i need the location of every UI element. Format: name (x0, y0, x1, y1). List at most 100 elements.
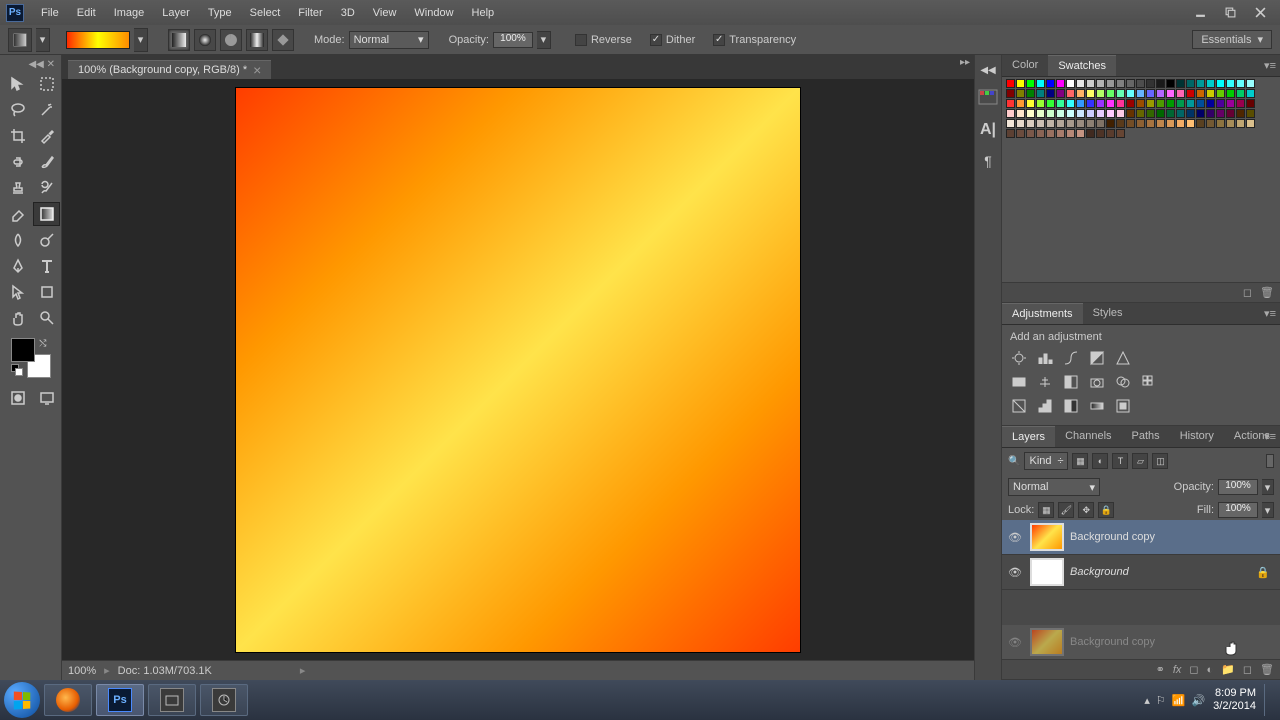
crop-tool[interactable] (4, 124, 31, 148)
tab-history[interactable]: History (1170, 426, 1224, 447)
minimize-button[interactable] (1186, 4, 1214, 22)
lock-move-icon[interactable]: ✥ (1078, 502, 1094, 518)
layer-mask-icon[interactable]: ◻ (1189, 663, 1198, 676)
collapse-right-icon[interactable]: ◀◀ (980, 65, 995, 76)
dither-checkbox[interactable] (650, 34, 662, 46)
swatch-cell[interactable] (1046, 79, 1055, 88)
dodge-tool[interactable] (33, 228, 60, 252)
swatch-cell[interactable] (1176, 89, 1185, 98)
swatch-cell[interactable] (1006, 79, 1015, 88)
canvas-viewport[interactable] (62, 79, 974, 660)
swatch-cell[interactable] (1076, 119, 1085, 128)
menu-image[interactable]: Image (105, 3, 154, 23)
path-select-tool[interactable] (4, 280, 31, 304)
link-layers-icon[interactable]: ⚭ (1156, 663, 1165, 676)
swatch-cell[interactable] (1046, 99, 1055, 108)
filter-shape-icon[interactable]: ▱ (1132, 453, 1148, 469)
swatch-cell[interactable] (1216, 99, 1225, 108)
swatch-cell[interactable] (1006, 99, 1015, 108)
swatch-cell[interactable] (1026, 99, 1035, 108)
tab-layers[interactable]: Layers (1002, 426, 1055, 447)
swatch-cell[interactable] (1086, 79, 1095, 88)
visibility-icon[interactable]: 👁 (1006, 531, 1024, 544)
panel-menu-icon[interactable]: ▾≡ (1264, 430, 1276, 443)
swatch-cell[interactable] (1066, 119, 1075, 128)
swatch-cell[interactable] (1106, 89, 1115, 98)
swatch-cell[interactable] (1096, 129, 1105, 138)
swatch-cell[interactable] (1246, 109, 1255, 118)
gradient-picker-arrow-icon[interactable]: ▾ (134, 28, 148, 52)
filter-toggle[interactable] (1266, 454, 1274, 468)
layer-filter-kind[interactable]: Kind÷ (1024, 452, 1068, 470)
tray-volume-icon[interactable]: 🔊 (1191, 694, 1205, 707)
taskbar-photoshop[interactable]: Ps (96, 684, 144, 716)
swatch-cell[interactable] (1076, 79, 1085, 88)
menu-3d[interactable]: 3D (332, 3, 364, 23)
lock-transparent-icon[interactable]: ▦ (1038, 502, 1054, 518)
group-icon[interactable]: 📁 (1221, 663, 1235, 676)
swatch-cell[interactable] (1246, 99, 1255, 108)
swatch-cell[interactable] (1066, 99, 1075, 108)
threshold-icon[interactable] (1062, 397, 1080, 415)
swatch-cell[interactable] (1006, 109, 1015, 118)
swatch-cell[interactable] (1046, 89, 1055, 98)
swatch-cell[interactable] (1196, 109, 1205, 118)
swatch-cell[interactable] (1116, 99, 1125, 108)
brush-tool[interactable] (33, 150, 60, 174)
swatches-icon[interactable] (979, 90, 997, 107)
swatch-cell[interactable] (1206, 89, 1215, 98)
swatch-cell[interactable] (1246, 89, 1255, 98)
swatch-cell[interactable] (1126, 109, 1135, 118)
swatch-cell[interactable] (1166, 99, 1175, 108)
swatch-cell[interactable] (1136, 79, 1145, 88)
blur-tool[interactable] (4, 228, 31, 252)
swatch-cell[interactable] (1076, 89, 1085, 98)
reflected-gradient-button[interactable] (246, 29, 268, 51)
swatch-cell[interactable] (1016, 119, 1025, 128)
swatch-cell[interactable] (1156, 109, 1165, 118)
swatches-grid[interactable] (1002, 77, 1280, 144)
swatch-cell[interactable] (1056, 89, 1065, 98)
new-swatch-icon[interactable]: ◻ (1243, 286, 1252, 299)
stamp-tool[interactable] (4, 176, 31, 200)
swatch-cell[interactable] (1056, 129, 1065, 138)
tray-flag-icon[interactable]: ⚐ (1156, 694, 1166, 707)
menu-select[interactable]: Select (241, 3, 290, 23)
swatch-cell[interactable] (1036, 129, 1045, 138)
swatch-cell[interactable] (1206, 79, 1215, 88)
colorlookup-icon[interactable] (1140, 373, 1158, 391)
swatch-cell[interactable] (1136, 109, 1145, 118)
gradientmap-icon[interactable] (1088, 397, 1106, 415)
swatch-cell[interactable] (1196, 99, 1205, 108)
taskbar-app4[interactable] (200, 684, 248, 716)
foreground-color[interactable] (11, 338, 35, 362)
swatch-cell[interactable] (1026, 119, 1035, 128)
swatch-cell[interactable] (1086, 119, 1095, 128)
layer-thumbnail[interactable] (1030, 523, 1064, 551)
swatch-cell[interactable] (1116, 79, 1125, 88)
swatch-cell[interactable] (1096, 79, 1105, 88)
bw-icon[interactable] (1062, 373, 1080, 391)
diamond-gradient-button[interactable] (272, 29, 294, 51)
gradient-tool[interactable] (33, 202, 60, 226)
swatch-cell[interactable] (1066, 79, 1075, 88)
status-arrow-icon[interactable]: ▸ (300, 664, 306, 677)
filter-adjust-icon[interactable]: ◐ (1092, 453, 1108, 469)
move-tool[interactable] (4, 72, 31, 96)
swatch-cell[interactable] (1086, 89, 1095, 98)
swatch-cell[interactable] (1186, 89, 1195, 98)
layer-list[interactable]: 👁Background copy👁Background🔒 (1002, 520, 1280, 625)
swatch-cell[interactable] (1176, 79, 1185, 88)
swatch-cell[interactable] (1246, 119, 1255, 128)
swatch-cell[interactable] (1146, 89, 1155, 98)
filter-smart-icon[interactable]: ◫ (1152, 453, 1168, 469)
swatch-cell[interactable] (1026, 79, 1035, 88)
swatch-cell[interactable] (1176, 99, 1185, 108)
channelmixer-icon[interactable] (1114, 373, 1132, 391)
swatch-cell[interactable] (1016, 79, 1025, 88)
swatch-cell[interactable] (1146, 119, 1155, 128)
swatch-cell[interactable] (1146, 109, 1155, 118)
photofilter-icon[interactable] (1088, 373, 1106, 391)
swatch-cell[interactable] (1186, 119, 1195, 128)
swatch-cell[interactable] (1116, 89, 1125, 98)
